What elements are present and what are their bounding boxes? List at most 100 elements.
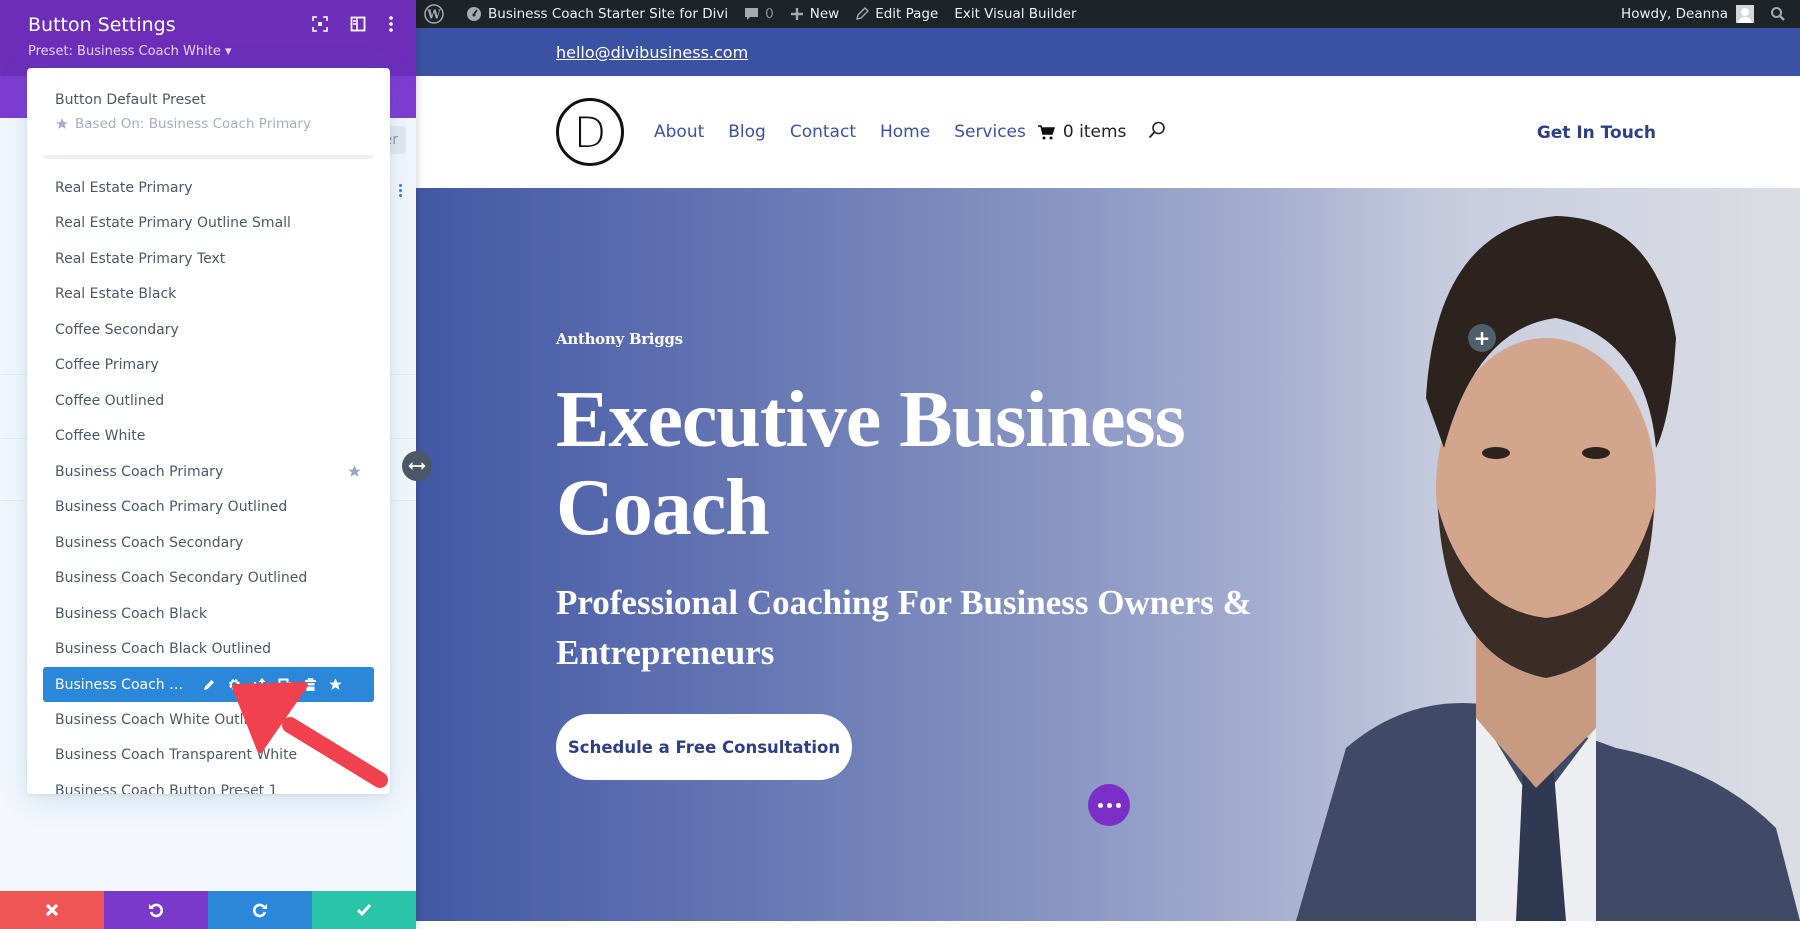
coach-portrait-image xyxy=(1176,188,1800,921)
schedule-consultation-button[interactable]: Schedule a Free Consultation xyxy=(556,714,852,780)
account-menu[interactable]: Howdy, Deanna xyxy=(1613,0,1762,28)
default-preset-item[interactable]: Button Default Preset Based On: Business… xyxy=(27,68,390,155)
cart-link[interactable]: 0 items xyxy=(1037,122,1127,142)
preset-item[interactable]: Real Estate Primary xyxy=(27,170,390,206)
preset-label: Coffee White xyxy=(55,428,146,445)
hero-tagline: Professional Coaching For Business Owner… xyxy=(556,583,1252,672)
cart-count: 0 items xyxy=(1062,122,1127,142)
preset-item[interactable]: Coffee Primary xyxy=(27,348,390,384)
preset-item[interactable]: Business Coach Primary xyxy=(27,454,390,490)
site-name-link[interactable]: Business Coach Starter Site for Divi xyxy=(458,0,736,28)
dashboard-icon xyxy=(467,7,481,21)
wordpress-logo-button[interactable]: W xyxy=(416,0,458,28)
pencil-icon xyxy=(856,7,870,20)
greeting: Howdy, Deanna xyxy=(1621,6,1728,22)
preset-item[interactable]: Real Estate Primary Text xyxy=(27,241,390,277)
default-preset-name: Button Default Preset xyxy=(55,92,206,108)
based-on-label: Based On: Business Coach Primary xyxy=(75,116,311,132)
caret-down-icon: ▾ xyxy=(224,44,232,59)
nav-contact[interactable]: Contact xyxy=(790,122,856,142)
avatar xyxy=(1736,5,1754,23)
wp-admin-bar: W Business Coach Starter Site for Divi 0… xyxy=(416,0,1800,28)
preset-label: Business Coach Wh... xyxy=(55,676,195,693)
preset-item[interactable]: Coffee Outlined xyxy=(27,383,390,419)
edit-page-label: Edit Page xyxy=(875,6,939,22)
plus-icon xyxy=(790,8,803,20)
preset-label: Preset: Business Coach White xyxy=(28,44,221,59)
search-icon xyxy=(1771,7,1785,21)
close-icon xyxy=(45,903,59,917)
preset-label: Business Coach Primary Outlined xyxy=(55,499,288,516)
main-nav: About Blog Contact Home Services 0 items xyxy=(654,121,1166,143)
dot-icon xyxy=(1106,802,1112,808)
star-icon xyxy=(56,118,68,129)
preset-selector[interactable]: Preset: Business Coach White ▾ xyxy=(28,44,388,59)
preset-label: Coffee Secondary xyxy=(55,321,179,338)
save-button[interactable] xyxy=(312,891,416,929)
preset-label: Business Coach Secondary xyxy=(55,534,244,551)
email-link[interactable]: hello@divibusiness.com xyxy=(556,43,748,62)
preset-item[interactable]: Real Estate Black xyxy=(27,277,390,313)
admin-search-button[interactable] xyxy=(1762,0,1800,28)
preset-label: Business Coach Secondary Outlined xyxy=(55,570,308,587)
preset-item[interactable]: Coffee Secondary xyxy=(27,312,390,348)
hero-subtitle: Anthony Briggs xyxy=(556,330,683,348)
more-options-icon[interactable] xyxy=(388,16,394,32)
wordpress-icon: W xyxy=(424,4,444,24)
svg-text:W: W xyxy=(426,8,441,22)
preset-item[interactable]: Business Coach Secondary xyxy=(27,525,390,561)
comments-count: 0 xyxy=(765,6,774,22)
preset-item[interactable]: Coffee White xyxy=(27,419,390,455)
add-module-button[interactable]: + xyxy=(1468,324,1496,352)
hero-title: Executive Business Coach xyxy=(556,376,1186,552)
annotation-arrow xyxy=(232,682,388,788)
comments-link[interactable]: 0 xyxy=(736,0,782,28)
redo-button[interactable] xyxy=(208,891,312,929)
edit-icon[interactable] xyxy=(202,678,216,692)
preset-label: Real Estate Primary Text xyxy=(55,250,226,267)
new-label: New xyxy=(809,6,840,22)
resize-arrows-icon xyxy=(408,462,426,470)
cart-icon xyxy=(1037,124,1055,139)
group-options-button[interactable] xyxy=(399,184,402,197)
nav-blog[interactable]: Blog xyxy=(728,122,766,142)
panel-resize-handle[interactable] xyxy=(402,451,432,481)
new-content-link[interactable]: New xyxy=(782,0,847,28)
nav-about[interactable]: About xyxy=(654,122,704,142)
nav-home[interactable]: Home xyxy=(880,122,930,142)
dot-icon xyxy=(1097,802,1103,808)
nav-services[interactable]: Services xyxy=(954,122,1026,142)
preset-label: Coffee Outlined xyxy=(55,392,165,409)
preset-label: Business Coach Black Outlined xyxy=(55,641,271,658)
page-canvas: hello@divibusiness.com D About Blog Cont… xyxy=(416,28,1800,929)
star-icon xyxy=(347,464,362,483)
preset-item[interactable]: Real Estate Primary Outline Small xyxy=(27,206,390,242)
site-search-button[interactable] xyxy=(1148,121,1166,143)
preset-item[interactable]: Business Coach Black xyxy=(27,596,390,632)
get-in-touch-link[interactable]: Get In Touch xyxy=(1537,123,1656,143)
preset-label: Business Coach Primary xyxy=(55,463,224,480)
preset-item[interactable]: Business Coach Primary Outlined xyxy=(27,490,390,526)
undo-icon xyxy=(149,903,164,918)
fullscreen-icon[interactable] xyxy=(312,16,328,32)
preset-item[interactable]: Business Coach Secondary Outlined xyxy=(27,561,390,597)
plus-icon: + xyxy=(1473,326,1491,350)
exit-visual-builder-link[interactable]: Exit Visual Builder xyxy=(946,0,1084,28)
preset-label: Real Estate Black xyxy=(55,286,177,303)
search-icon xyxy=(1149,121,1166,139)
undo-button[interactable] xyxy=(104,891,208,929)
comment-icon xyxy=(745,7,759,20)
site-name: Business Coach Starter Site for Divi xyxy=(488,6,729,22)
preset-label: Business Coach Black xyxy=(55,605,208,622)
site-logo[interactable]: D xyxy=(556,98,624,166)
split-view-icon[interactable] xyxy=(350,16,366,32)
exit-builder-label: Exit Visual Builder xyxy=(954,6,1077,22)
discard-button[interactable] xyxy=(0,891,104,929)
edit-page-link[interactable]: Edit Page xyxy=(847,0,946,28)
hero-section: Anthony Briggs Executive Business Coach … xyxy=(416,188,1800,921)
preset-item[interactable]: Business Coach Black Outlined xyxy=(27,632,390,668)
page-settings-button[interactable] xyxy=(1088,784,1130,826)
logo-letter: D xyxy=(573,107,607,157)
preset-label: Coffee Primary xyxy=(55,357,159,374)
dot-icon xyxy=(1115,802,1121,808)
